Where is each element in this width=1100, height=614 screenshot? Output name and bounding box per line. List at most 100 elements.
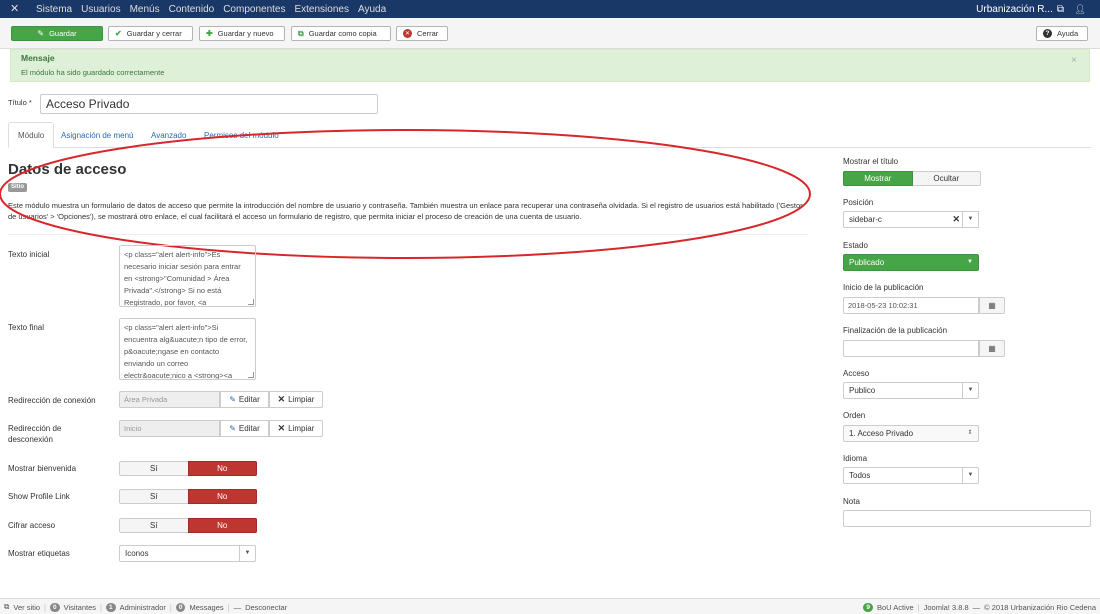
show-labels-value: Iconos bbox=[125, 549, 149, 558]
showtitle-label: Mostrar el título bbox=[843, 157, 899, 166]
save-close-button[interactable]: ✔ Guardar y cerrar bbox=[108, 26, 193, 41]
separator: | bbox=[44, 602, 46, 612]
status-label: Estado bbox=[843, 241, 868, 250]
save-button[interactable]: ✎ Guardar bbox=[11, 26, 103, 41]
status-select[interactable]: Publicado ▼ bbox=[843, 254, 979, 271]
save-copy-button[interactable]: ⧉ Guardar como copia bbox=[291, 26, 391, 41]
clear-label: Limpiar bbox=[288, 424, 315, 433]
greeting-label: Mostrar bienvenida bbox=[8, 464, 77, 473]
menu-menus[interactable]: Menús bbox=[130, 4, 160, 15]
separator: | bbox=[169, 602, 172, 612]
menu-contenido[interactable]: Contenido bbox=[169, 4, 215, 15]
copyright: © 2018 Urbanización Rio Cedena bbox=[984, 602, 1096, 612]
messages-count: 0 bbox=[175, 602, 186, 612]
save-button-label: Guardar bbox=[49, 29, 77, 38]
caret-down-icon: ▼ bbox=[967, 259, 973, 265]
encrypt-no[interactable]: No bbox=[187, 518, 257, 533]
dash-separator: — bbox=[972, 602, 981, 612]
posttext-textarea[interactable]: <p class="alert alert-info">Si encuentra… bbox=[119, 318, 256, 380]
login-clear-button[interactable]: ✕ Limpiar bbox=[269, 391, 323, 408]
user-menu[interactable]: 👤︎ bbox=[1075, 0, 1086, 18]
site-link[interactable]: Urbanización R... ⧉ bbox=[976, 0, 1064, 18]
visitors-label: Visitantes bbox=[63, 602, 97, 612]
separator: | bbox=[100, 602, 102, 612]
pretext-textarea[interactable]: <p class="alert alert-info">Es necesario… bbox=[119, 245, 256, 307]
help-label: Ayuda bbox=[1057, 29, 1079, 38]
clear-icon[interactable]: ✕ bbox=[952, 212, 960, 227]
login-redirect-field[interactable]: Área Privada bbox=[119, 391, 220, 408]
view-site-link[interactable]: Ver sitio bbox=[13, 603, 40, 612]
login-edit-button[interactable]: ✎ Editar bbox=[220, 391, 269, 408]
question-icon: ? bbox=[1043, 29, 1052, 38]
menu-sistema[interactable]: Sistema bbox=[36, 4, 72, 15]
external-link-icon: ⧉ bbox=[1056, 3, 1064, 15]
language-select[interactable]: Todos ▼ bbox=[843, 467, 979, 484]
resize-handle[interactable] bbox=[248, 372, 254, 378]
updown-icon: ⇕ bbox=[967, 430, 973, 436]
menu-ayuda[interactable]: Ayuda bbox=[358, 4, 386, 15]
toolbar: ✎ Guardar ✔ Guardar y cerrar ✚ Guardar y… bbox=[0, 18, 1100, 49]
menu-extensiones[interactable]: Extensiones bbox=[294, 4, 348, 15]
profile-link-label: Show Profile Link bbox=[8, 492, 70, 501]
bou-active-link[interactable]: BoU Active bbox=[877, 603, 914, 612]
show-labels-select[interactable]: Iconos ▼ bbox=[119, 545, 256, 562]
caret-down-icon: ▼ bbox=[962, 468, 978, 483]
separator: | bbox=[227, 602, 230, 612]
joomla-logo-icon[interactable]: ✕ bbox=[10, 3, 24, 15]
profile-link-no[interactable]: No bbox=[187, 489, 257, 504]
messages-link[interactable]: Messages bbox=[189, 603, 223, 612]
save-new-button[interactable]: ✚ Guardar y nuevo bbox=[199, 26, 285, 41]
profile-link-toggle: Sí No bbox=[119, 489, 257, 504]
message-heading: Mensaje bbox=[21, 53, 55, 63]
greeting-yes[interactable]: Sí bbox=[119, 461, 188, 476]
publish-up-label: Inicio de la publicación bbox=[843, 283, 924, 292]
encrypt-yes[interactable]: Sí bbox=[119, 518, 188, 533]
menu-componentes[interactable]: Componentes bbox=[223, 4, 285, 15]
site-name: Urbanización R... bbox=[976, 3, 1053, 15]
close-icon: ✕ bbox=[277, 423, 286, 433]
menu-usuarios[interactable]: Usuarios bbox=[81, 4, 120, 15]
note-input[interactable] bbox=[843, 510, 1091, 527]
close-button[interactable]: ✕ Cerrar bbox=[396, 26, 448, 41]
logout-edit-button[interactable]: ✎ Editar bbox=[220, 420, 269, 437]
close-label: Cerrar bbox=[417, 29, 439, 38]
calendar-icon[interactable]: ▦ bbox=[979, 297, 1005, 314]
copy-icon: ⧉ bbox=[298, 28, 304, 38]
publish-up-input[interactable]: 2018-05-23 10:02:31 bbox=[843, 297, 979, 314]
profile-link-yes[interactable]: Sí bbox=[119, 489, 188, 504]
order-value: 1. Acceso Privado bbox=[849, 429, 914, 438]
success-message: Mensaje El módulo ha sido guardado corre… bbox=[10, 49, 1090, 82]
calendar-icon[interactable]: ▦ bbox=[979, 340, 1005, 357]
order-select[interactable]: 1. Acceso Privado ⇕ bbox=[843, 425, 979, 442]
access-label: Acceso bbox=[843, 369, 870, 378]
edit-icon: ✎ bbox=[229, 424, 236, 433]
resize-handle[interactable] bbox=[248, 299, 254, 305]
language-label: Idioma bbox=[843, 454, 868, 463]
greeting-no[interactable]: No bbox=[187, 461, 257, 476]
showtitle-show[interactable]: Mostrar bbox=[843, 171, 913, 186]
access-value: Publico bbox=[849, 386, 876, 395]
joomla-version: Joomla! 3.8.8 bbox=[923, 602, 969, 612]
minus-icon: — bbox=[233, 602, 242, 612]
order-label: Orden bbox=[843, 411, 866, 420]
title-label: Título * bbox=[8, 98, 32, 107]
title-input[interactable]: Acceso Privado bbox=[40, 94, 378, 114]
posttext-value: <p class="alert alert-info">Si encuentra… bbox=[124, 323, 248, 380]
edit-label: Editar bbox=[238, 395, 260, 404]
edit-icon: ✎ bbox=[229, 395, 236, 404]
position-label: Posición bbox=[843, 198, 874, 207]
clear-label: Limpiar bbox=[288, 395, 315, 404]
showtitle-toggle: Mostrar Ocultar bbox=[843, 171, 981, 186]
close-icon[interactable]: × bbox=[1071, 55, 1077, 66]
top-navbar: ✕ Sistema Usuarios Menús Contenido Compo… bbox=[0, 0, 1100, 18]
user-icon: 👤︎ bbox=[1074, 3, 1086, 14]
position-select[interactable]: sidebar-c ✕ ▼ bbox=[843, 211, 979, 228]
help-button[interactable]: ? Ayuda bbox=[1036, 26, 1088, 41]
publish-down-input[interactable] bbox=[843, 340, 979, 357]
logout-clear-button[interactable]: ✕ Limpiar bbox=[269, 420, 323, 437]
access-select[interactable]: Publico ▼ bbox=[843, 382, 979, 399]
showtitle-hide[interactable]: Ocultar bbox=[912, 171, 981, 186]
logout-redirect-field[interactable]: Inicio bbox=[119, 420, 220, 437]
logout-link[interactable]: Desconectar bbox=[245, 603, 287, 612]
cancel-icon: ✕ bbox=[403, 29, 412, 38]
